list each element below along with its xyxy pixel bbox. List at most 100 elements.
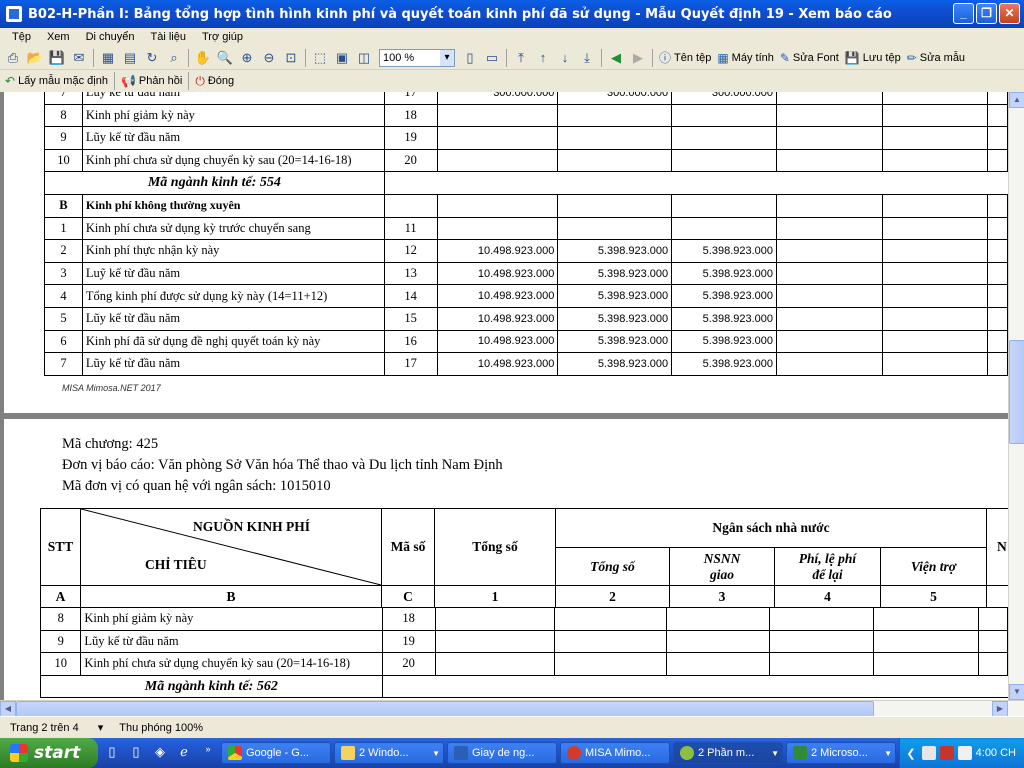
scroll-left-button[interactable]: ◀ [0,701,16,717]
cell-stt: 3 [44,261,83,286]
task-phan-mem[interactable]: 2 Phần m... ▼ [673,742,783,764]
toolbar-separator [305,48,306,67]
save-file-button[interactable]: 💾 Lưu tệp [845,51,901,65]
toolbar-separator [93,48,94,67]
cell-budget-total [553,607,667,631]
cell-aid [881,193,989,218]
find-icon[interactable]: ⌕ [164,48,184,68]
task-word-doc[interactable]: Giay de ng... [447,742,557,764]
menu-help[interactable]: Trợ giúp [194,31,251,43]
word-icon [454,746,468,760]
cell-fees [768,652,875,676]
menu-document[interactable]: Tài liệu [143,31,194,43]
task-microsoft[interactable]: 2 Microso... ▼ [786,742,896,764]
export-icon[interactable]: ▤ [120,48,140,68]
quicklaunch-doc-icon[interactable]: ▯ [102,744,122,762]
save-icon[interactable]: 💾 [47,48,67,68]
antivirus-icon[interactable] [939,746,954,760]
cell-stt: 5 [44,306,83,331]
calculator-button[interactable]: ▦ Máy tính [717,51,774,65]
cell-budget-total: 5.398.923.000 [557,329,673,354]
network-icon[interactable] [921,746,936,760]
page-indicator[interactable]: Trang 2 trên 4 ▾ [10,721,103,734]
quicklaunch-ie-icon[interactable]: ℯ [174,744,194,762]
menu-file[interactable]: Tệp [4,31,39,43]
task-windows[interactable]: 2 Windo... ▼ [334,742,444,764]
thumbnails-icon[interactable]: ▦ [98,48,118,68]
first-page-icon[interactable]: ⤒ [511,48,531,68]
quicklaunch-app-icon[interactable]: ◈ [150,744,170,762]
tray-expand-icon[interactable]: ❮ [906,747,915,760]
back-icon[interactable]: ◀ [606,48,626,68]
zoom-out-icon[interactable]: ⊖ [259,48,279,68]
whole-page-icon[interactable]: ▣ [332,48,352,68]
next-page-icon[interactable]: ↓ [555,48,575,68]
task-google[interactable]: Google - G... [221,742,331,764]
zoom-select[interactable]: 100 % [379,48,455,67]
menu-view[interactable]: Xem [39,31,78,43]
budget-unit-code: Mã đơn vị có quan hệ với ngân sách: 1015… [62,478,331,494]
last-page-icon[interactable]: ⤓ [577,48,597,68]
toolbar-separator [113,72,115,90]
open-icon[interactable]: 📂 [25,48,45,68]
quicklaunch-more-icon[interactable]: » [198,744,218,762]
scroll-right-button[interactable]: ▶ [992,701,1008,717]
start-button[interactable]: start [0,738,98,768]
page-width-icon[interactable]: ⬚ [310,48,330,68]
volume-icon[interactable] [957,746,972,760]
task-misa[interactable]: MISA Mimo... [560,742,670,764]
zoom-rect-icon[interactable]: ⊡ [281,48,301,68]
cell-total [434,652,555,676]
hand-tool-icon[interactable]: ✋ [193,48,213,68]
toolbar-separator [601,48,602,67]
table-row: 10 Kinh phí chưa sử dụng chuyển kỳ sau (… [44,148,1008,173]
cell-code: 17 [383,92,438,105]
multi-page-icon[interactable]: ▭ [482,48,502,68]
feedback-button[interactable]: 📢 Phản hồi [121,74,182,88]
zoom-tool-icon[interactable]: 🔍 [215,48,235,68]
cell-aid [881,329,989,354]
vertical-scrollbar[interactable]: ▲ ▼ [1008,92,1024,700]
menu-navigate[interactable]: Di chuyển [78,31,143,43]
scroll-up-button[interactable]: ▲ [1009,92,1024,108]
cell-stt: 7 [44,92,83,105]
zoom-in-icon[interactable]: ⊕ [237,48,257,68]
cell-extra [987,126,1008,150]
cell-extra [987,193,1008,218]
menu-bar: Tệp Xem Di chuyển Tài liệu Trợ giúp [0,28,1024,46]
edit-font-button[interactable]: ✎ Sửa Font [780,51,839,65]
system-tray: ❮ 4:00 CH [899,738,1024,768]
single-page-icon[interactable]: ▯ [460,48,480,68]
cell-aid [881,306,989,331]
previous-page-icon[interactable]: ↑ [533,48,553,68]
report-viewport[interactable]: 7 Luỹ kế từ đầu năm 17 300.000.000 300.0… [0,92,1008,700]
cell-total: 300.000.000 [436,92,559,105]
close-report-button[interactable]: ⏻ Đóng [195,74,234,89]
file-name-button[interactable]: ⓘ Tên tệp [659,49,711,66]
minimize-button[interactable]: _ [953,3,974,24]
cell-total [436,126,559,150]
vertical-scroll-thumb[interactable] [1009,340,1024,444]
cell-stt: 10 [39,652,82,676]
cell-budget-total: 300.000.000 [557,92,673,105]
default-template-button[interactable]: ↶ Lấy mẫu mặc định [5,74,108,88]
scroll-down-button[interactable]: ▼ [1009,684,1024,700]
refresh-icon[interactable]: ↻ [142,48,162,68]
close-button[interactable]: ✕ [999,3,1020,24]
horizontal-scroll-thumb[interactable] [16,701,874,717]
table-row: 5 Lũy kế từ đầu năm 15 10.498.923.000 5.… [44,306,1008,331]
quicklaunch-doc2-icon[interactable]: ▯ [126,744,146,762]
cell-aid [881,352,989,376]
actual-size-icon[interactable]: ◫ [354,48,374,68]
restore-button[interactable]: ❐ [976,3,997,24]
cell-nsnn: 5.398.923.000 [671,306,778,331]
sector-filler [383,171,1008,195]
edit-template-button[interactable]: ✏ Sửa mẫu [907,51,965,65]
print-icon[interactable]: ⎙ [3,48,23,68]
cell-budget-total: 5.398.923.000 [557,306,673,331]
horizontal-scrollbar[interactable]: ◀ ▶ [0,700,1024,717]
forward-icon[interactable]: ▶ [628,48,648,68]
header-stt: STT [40,508,81,586]
cell-stt: 2 [44,239,83,263]
mail-icon[interactable]: ✉ [69,48,89,68]
